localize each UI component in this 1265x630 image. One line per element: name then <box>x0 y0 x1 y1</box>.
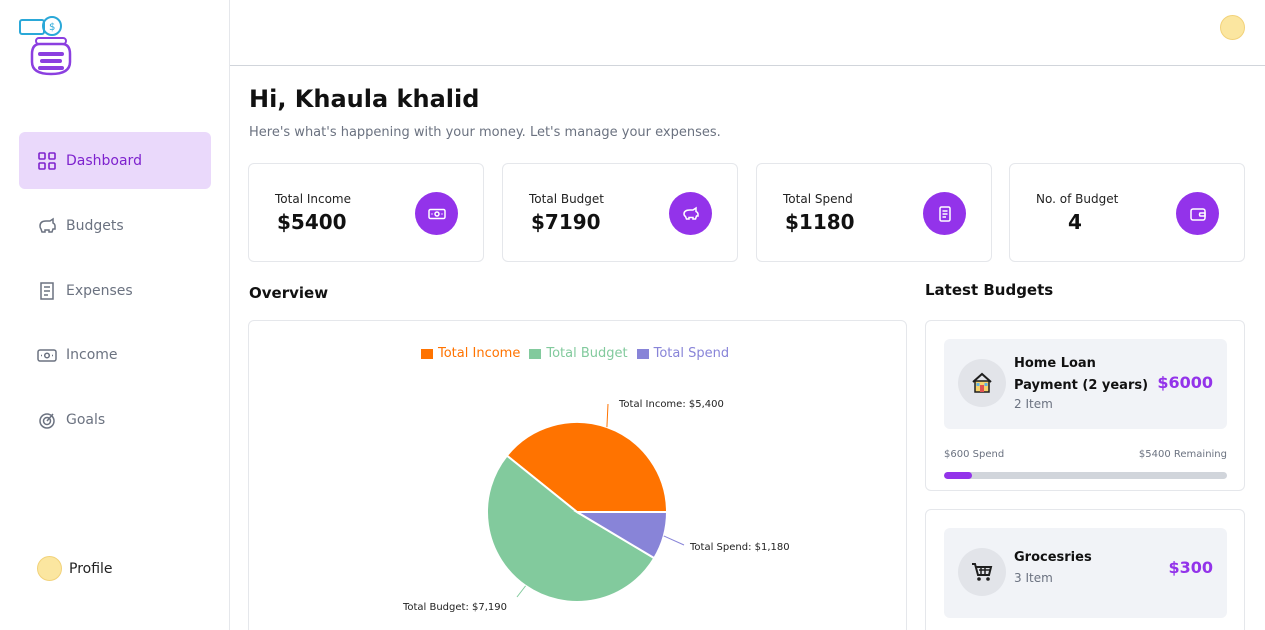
house-icon <box>958 359 1006 407</box>
cart-icon <box>958 548 1006 596</box>
budget-summary: Grocesries 3 Item $300 <box>944 528 1227 618</box>
stat-card-total-spend: Total Spend $1180 <box>756 163 992 262</box>
budget-summary: Home Loan Payment (2 years) 2 Item $6000 <box>944 339 1227 429</box>
budget-progress-fill <box>944 472 973 479</box>
money-icon <box>37 345 57 365</box>
stat-card-total-income: Total Income $5400 <box>248 163 484 262</box>
stat-label: Total Spend <box>783 192 853 206</box>
budget-card[interactable]: Grocesries 3 Item $300 <box>925 509 1245 630</box>
stat-card-no-of-budget: No. of Budget 4 <box>1009 163 1245 262</box>
piggy-bank-icon <box>37 216 57 236</box>
profile-link[interactable]: Profile <box>37 556 113 581</box>
stat-value: 4 <box>1068 210 1082 234</box>
svg-text:$: $ <box>49 22 55 33</box>
top-bar <box>230 0 1265 66</box>
pie-data-label: Total Spend: $1,180 <box>689 542 790 553</box>
pie-data-label: Total Budget: $7,190 <box>402 602 507 613</box>
budget-item-count: 3 Item <box>1014 571 1053 585</box>
pie-label-line <box>516 585 526 598</box>
pie-data-label: Total Income: $5,400 <box>618 399 724 410</box>
app-logo-icon[interactable]: $ <box>18 14 82 78</box>
budget-progress-bar <box>944 472 1227 479</box>
budget-spend-text: $600 Spend <box>944 449 1005 460</box>
stat-label: No. of Budget <box>1036 192 1119 206</box>
stat-label: Total Budget <box>529 192 604 206</box>
piggy-bank-icon <box>669 192 712 235</box>
sidebar-item-goals[interactable]: Goals <box>19 391 211 448</box>
overview-title: Overview <box>249 284 329 302</box>
sidebar: $ Dashboard Budgets Expenses Income Goal… <box>0 0 230 630</box>
pie-label-line <box>606 403 609 428</box>
stat-label: Total Income <box>275 192 351 206</box>
profile-label: Profile <box>69 560 113 577</box>
budget-progress-labels: $600 Spend $5400 Remaining <box>944 449 1227 460</box>
sidebar-item-expenses[interactable]: Expenses <box>19 262 211 319</box>
money-icon <box>415 192 458 235</box>
wallet-icon <box>1176 192 1219 235</box>
budget-amount: $300 <box>1168 558 1213 577</box>
receipt-icon <box>923 192 966 235</box>
pie-label-line <box>663 535 685 546</box>
sidebar-item-income[interactable]: Income <box>19 326 211 383</box>
sidebar-item-dashboard[interactable]: Dashboard <box>19 132 211 189</box>
stat-card-total-budget: Total Budget $7190 <box>502 163 738 262</box>
user-avatar[interactable] <box>1220 15 1245 40</box>
sidebar-item-label: Income <box>66 346 118 363</box>
overview-pie-chart: Total Income: $5,400 Total Budget: $7,190… <box>402 399 790 613</box>
budget-name: Home Loan Payment (2 years) <box>1014 356 1149 393</box>
sidebar-item-budgets[interactable]: Budgets <box>19 197 211 254</box>
goal-icon <box>37 410 57 430</box>
sidebar-item-label: Budgets <box>66 217 124 234</box>
avatar <box>37 556 62 581</box>
receipt-icon <box>37 281 57 301</box>
page-title: Hi, Khaula khalid <box>249 85 480 113</box>
sidebar-item-label: Expenses <box>66 282 133 299</box>
budget-item-count: 2 Item <box>1014 397 1053 411</box>
stat-value: $5400 <box>277 210 347 234</box>
overview-chart-panel: Total Income Total Budget Total Spend Tota… <box>248 320 907 630</box>
stat-value: $1180 <box>785 210 855 234</box>
sidebar-item-label: Dashboard <box>66 152 142 169</box>
sidebar-item-label: Goals <box>66 411 106 428</box>
budget-card[interactable]: Home Loan Payment (2 years) 2 Item $6000… <box>925 320 1245 491</box>
dashboard-icon <box>37 151 57 171</box>
budget-remaining-text: $5400 Remaining <box>1138 449 1227 460</box>
page-subtitle: Here's what's happening with your money.… <box>249 125 721 140</box>
budget-amount: $6000 <box>1157 373 1213 392</box>
budget-name: Grocesries <box>1014 550 1092 565</box>
latest-budgets-title: Latest Budgets <box>925 281 1054 299</box>
stat-value: $7190 <box>531 210 601 234</box>
